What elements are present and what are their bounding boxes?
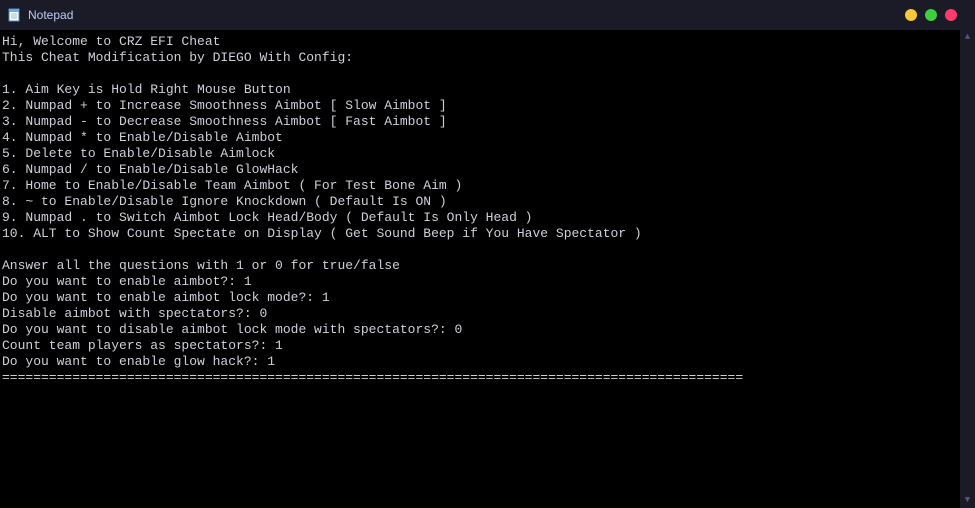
- vertical-scrollbar[interactable]: ▲ ▼: [960, 30, 975, 508]
- title-left: Notepad: [6, 7, 73, 23]
- window-title: Notepad: [28, 8, 73, 22]
- scroll-down-icon[interactable]: ▼: [962, 495, 973, 506]
- minimize-button[interactable]: [905, 9, 917, 21]
- scroll-up-icon[interactable]: ▲: [962, 32, 973, 43]
- close-button[interactable]: [945, 9, 957, 21]
- titlebar: Notepad: [0, 0, 975, 30]
- notepad-icon: [6, 7, 22, 23]
- content-wrap: Hi, Welcome to CRZ EFI Cheat This Cheat …: [0, 30, 975, 508]
- window-controls: [905, 9, 957, 21]
- text-area[interactable]: Hi, Welcome to CRZ EFI Cheat This Cheat …: [0, 30, 960, 508]
- maximize-button[interactable]: [925, 9, 937, 21]
